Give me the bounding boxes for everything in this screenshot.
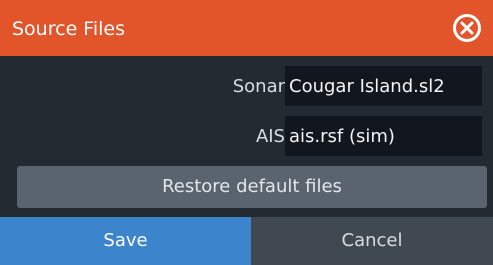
save-button[interactable]: Save bbox=[0, 217, 251, 265]
close-icon[interactable] bbox=[453, 14, 481, 42]
dialog-footer: Save Cancel bbox=[0, 217, 493, 265]
restore-default-files-button[interactable]: Restore default files bbox=[17, 166, 487, 208]
sonar-label: Sonar bbox=[232, 76, 285, 97]
title-bar: Source Files bbox=[0, 0, 493, 56]
cancel-button[interactable]: Cancel bbox=[251, 217, 493, 265]
sonar-file-field[interactable]: Cougar Island.sl2 bbox=[285, 66, 482, 106]
ais-file-field[interactable]: ais.rsf (sim) bbox=[285, 116, 482, 156]
source-files-dialog: Source Files Sonar Cougar Island.sl2 AIS… bbox=[0, 0, 493, 265]
ais-label: AIS bbox=[255, 126, 285, 147]
sonar-row: Sonar Cougar Island.sl2 bbox=[0, 66, 493, 106]
ais-row: AIS ais.rsf (sim) bbox=[0, 116, 493, 156]
dialog-title: Source Files bbox=[12, 18, 125, 40]
